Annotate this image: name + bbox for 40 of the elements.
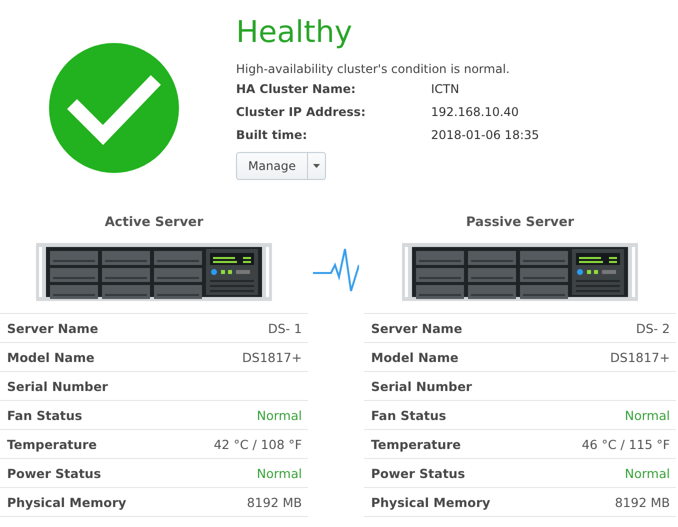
info-value: ICTN — [431, 81, 460, 98]
field-label: Power Status — [7, 466, 102, 480]
field-label: Temperature — [371, 436, 461, 452]
field-value: DS1817+ — [610, 350, 670, 364]
field-value: 42 °C / 108 °F — [214, 436, 302, 452]
field-label: Physical Memory — [7, 494, 126, 510]
field-value: DS- 2 — [636, 320, 670, 336]
info-value: 192.168.10.40 — [431, 104, 519, 121]
info-value: 2018-01-06 18:35 — [431, 127, 540, 144]
dropdown-button[interactable] — [308, 152, 326, 180]
field-label: Server Name — [7, 320, 98, 336]
field-label: Temperature — [7, 436, 97, 452]
manage-button[interactable]: Manage — [236, 152, 308, 180]
field-value: 46 °C / 115 °F — [582, 436, 670, 452]
server-title: Active Server — [104, 214, 204, 232]
field-value: Normal — [256, 466, 302, 480]
info-label: Cluster IP Address: — [236, 104, 367, 121]
field-value: DS- 1 — [268, 320, 302, 336]
field-value: Normal — [624, 408, 670, 422]
field-label: Serial Number — [371, 378, 472, 394]
success-check-icon — [49, 43, 179, 173]
field-value: Normal — [256, 408, 302, 422]
field-value: 8192 MB — [614, 494, 670, 510]
field-label: Fan Status — [371, 408, 446, 422]
status-description: High-availability cluster's condition is normal. — [236, 61, 511, 78]
caret-icon — [313, 164, 320, 168]
field-label: Model Name — [7, 350, 94, 364]
field-value: 8192 MB — [246, 494, 302, 510]
info-label: Built time: — [236, 127, 308, 144]
field-label: Model Name — [371, 350, 458, 364]
server-title: Passive Server — [466, 214, 574, 232]
info-label: HA Cluster Name: — [236, 81, 357, 98]
field-label: Power Status — [371, 466, 466, 480]
field-label: Fan Status — [7, 408, 82, 422]
field-label: Physical Memory — [371, 494, 490, 510]
field-label: Serial Number — [7, 378, 108, 394]
field-label: Server Name — [371, 320, 462, 336]
status-title: Healthy — [236, 14, 354, 52]
field-value: DS1817+ — [242, 350, 302, 364]
field-value: Normal — [624, 466, 670, 480]
